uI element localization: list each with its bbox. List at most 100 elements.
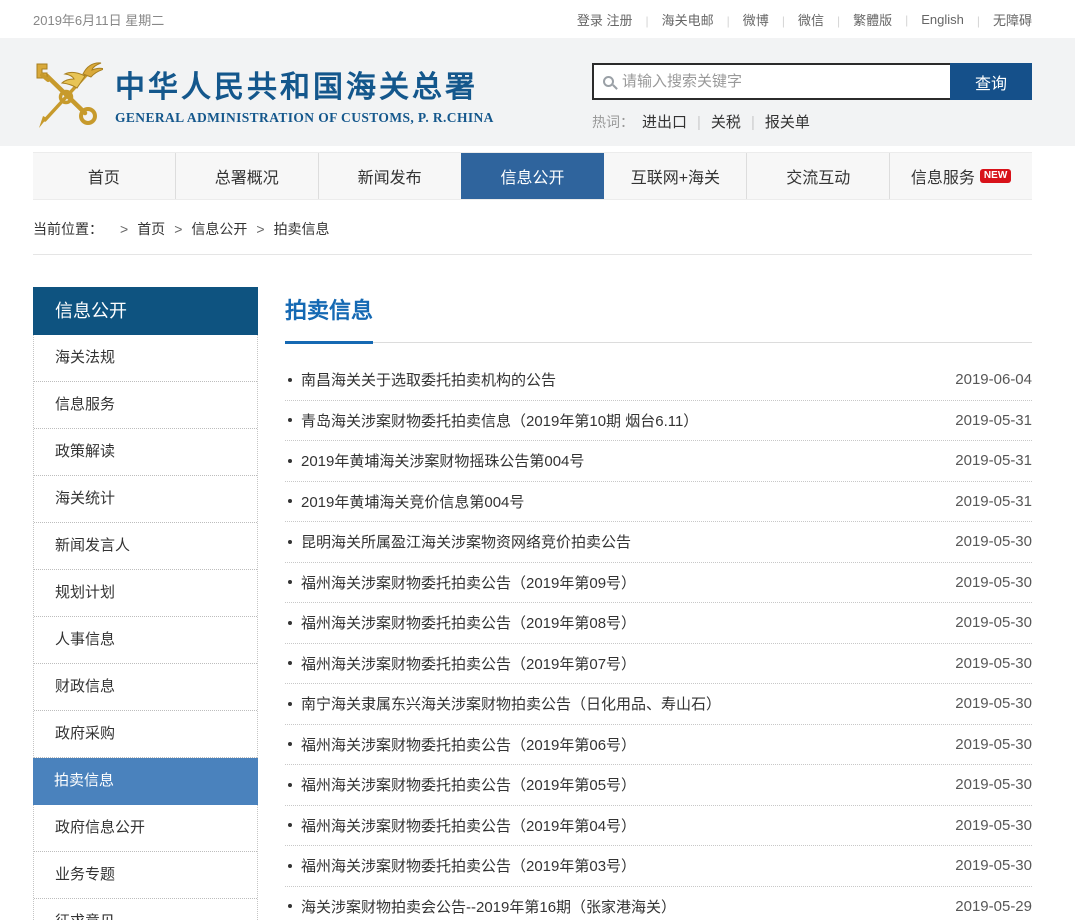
hot-word-link[interactable]: 报关单 [741,111,810,132]
nav-item[interactable]: 信息服务 NEW [889,153,1032,199]
topbar-link[interactable]: 海关电邮 [633,10,714,29]
article-date: 2019-05-30 [955,736,1032,753]
article-link[interactable]: 2019年黄埔海关竞价信息第004号 [301,491,941,512]
article-date: 2019-05-30 [955,817,1032,834]
list-item: 南宁海关隶属东兴海关涉案财物拍卖公告（日化用品、寿山石） 2019-05-30 [285,684,1032,725]
topbar-link[interactable]: 繁體版 [824,10,892,29]
breadcrumb-link[interactable]: 信息公开 [165,219,247,239]
topbar-link[interactable]: 登录 注册 [577,10,633,29]
sidebar-item[interactable]: 信息服务 [34,382,257,429]
list-item: 福州海关涉案财物委托拍卖公告（2019年第03号） 2019-05-30 [285,846,1032,887]
logo-text: 中华人民共和国海关总署 GENERAL ADMINISTRATION OF CU… [115,62,494,126]
breadcrumb-label: 当前位置： [33,219,103,239]
article-date: 2019-05-31 [955,493,1032,510]
sidebar-item[interactable]: 新闻发言人 [34,523,257,570]
page-title: 拍卖信息 [285,293,1032,325]
article-link[interactable]: 昆明海关所属盈江海关涉案物资网络竞价拍卖公告 [301,531,941,552]
main-nav: 首页 总署概况 新闻发布 信息公开 互联网+海关 交流互动 信息服务 NEW [33,152,1032,200]
article-date: 2019-06-04 [955,371,1032,388]
sidebar-item-label: 新闻发言人 [55,537,130,554]
article-date: 2019-05-30 [955,695,1032,712]
title-underline [285,340,1032,343]
nav-item[interactable]: 总署概况 [175,153,318,199]
article-date: 2019-05-30 [955,614,1032,631]
sidebar-item[interactable]: 征求意见 [34,899,257,920]
sidebar-item[interactable]: 人事信息 [34,617,257,664]
hot-word-link[interactable]: 进出口 [642,111,687,132]
list-item: 2019年黄埔海关涉案财物摇珠公告第004号 2019-05-31 [285,441,1032,482]
search-box [592,63,950,100]
sidebar-item-label: 海关统计 [55,490,115,507]
topbar-links: 登录 注册 海关电邮 微博 微信 繁體版 English 无障碍 [577,10,1032,29]
bullet-icon [288,418,292,422]
list-item: 福州海关涉案财物委托拍卖公告（2019年第05号） 2019-05-30 [285,765,1032,806]
sidebar-item[interactable]: 业务专题 [34,852,257,899]
sidebar-item[interactable]: 政策解读 [34,429,257,476]
sidebar-item[interactable]: 政府信息公开 [34,805,257,852]
new-badge: NEW [980,169,1011,183]
nav-item[interactable]: 互联网+海关 [603,153,746,199]
sidebar-item[interactable]: 海关统计 [34,476,257,523]
search-input[interactable] [622,73,941,90]
article-list: 南昌海关关于选取委托拍卖机构的公告 2019-06-04 青岛海关涉案财物委托拍… [285,360,1032,920]
topbar: 2019年6月11日 星期二 登录 注册 海关电邮 微博 微信 繁體版 Engl… [0,0,1075,38]
article-date: 2019-05-31 [955,412,1032,429]
article-date: 2019-05-31 [955,452,1032,469]
article-link[interactable]: 福州海关涉案财物委托拍卖公告（2019年第03号） [301,855,941,876]
sidebar-item-label: 人事信息 [55,631,115,648]
main-content: 拍卖信息 南昌海关关于选取委托拍卖机构的公告 2019-06-04 青岛海关涉案… [285,287,1032,920]
site-subtitle: GENERAL ADMINISTRATION OF CUSTOMS, P. R.… [115,110,494,126]
hot-word-link[interactable]: 关税 [687,111,741,132]
bullet-icon [288,904,292,908]
nav-item[interactable]: 信息公开 [461,153,604,199]
bullet-icon [288,621,292,625]
bullet-icon [288,864,292,868]
article-link[interactable]: 南昌海关关于选取委托拍卖机构的公告 [301,369,941,390]
list-item: 南昌海关关于选取委托拍卖机构的公告 2019-06-04 [285,360,1032,401]
article-link[interactable]: 海关涉案财物拍卖会公告--2019年第16期（张家港海关） [301,896,941,917]
sidebar-item-label: 规划计划 [55,584,115,601]
sidebar-item[interactable]: 海关法规 [34,335,257,382]
nav-item[interactable]: 首页 [33,153,175,199]
sidebar-item-label: 政府采购 [55,725,115,742]
list-item: 福州海关涉案财物委托拍卖公告（2019年第07号） 2019-05-30 [285,644,1032,685]
topbar-link[interactable]: 微信 [769,10,824,29]
nav-item-label: 信息公开 [501,164,565,188]
article-link[interactable]: 2019年黄埔海关涉案财物摇珠公告第004号 [301,450,941,471]
article-link[interactable]: 福州海关涉案财物委托拍卖公告（2019年第04号） [301,815,941,836]
bullet-icon [288,459,292,463]
nav-item-label: 首页 [88,164,120,188]
sidebar-item-label: 财政信息 [55,678,115,695]
bullet-icon [288,661,292,665]
sidebar-item[interactable]: 规划计划 [34,570,257,617]
list-item: 福州海关涉案财物委托拍卖公告（2019年第06号） 2019-05-30 [285,725,1032,766]
breadcrumb-link[interactable]: 首页 [111,219,165,239]
list-item: 福州海关涉案财物委托拍卖公告（2019年第08号） 2019-05-30 [285,603,1032,644]
sidebar-item[interactable]: 财政信息 [34,664,257,711]
bullet-icon [288,702,292,706]
article-link[interactable]: 福州海关涉案财物委托拍卖公告（2019年第05号） [301,774,941,795]
list-item: 青岛海关涉案财物委托拍卖信息（2019年第10期 烟台6.11） 2019-05… [285,401,1032,442]
customs-emblem-icon [33,58,103,130]
article-link[interactable]: 福州海关涉案财物委托拍卖公告（2019年第07号） [301,653,941,674]
topbar-link[interactable]: 无障碍 [964,10,1032,29]
search-button[interactable]: 查询 [950,63,1032,100]
breadcrumb-link[interactable]: 拍卖信息 [247,219,329,239]
article-link[interactable]: 青岛海关涉案财物委托拍卖信息（2019年第10期 烟台6.11） [301,410,941,431]
nav-item-label: 信息服务 [911,164,975,188]
topbar-link[interactable]: 微博 [714,10,769,29]
article-link[interactable]: 福州海关涉案财物委托拍卖公告（2019年第08号） [301,612,941,633]
nav-item[interactable]: 交流互动 [746,153,889,199]
sidebar-item[interactable]: 拍卖信息 [33,758,258,805]
article-link[interactable]: 南宁海关隶属东兴海关涉案财物拍卖公告（日化用品、寿山石） [301,693,941,714]
article-date: 2019-05-30 [955,776,1032,793]
article-link[interactable]: 福州海关涉案财物委托拍卖公告（2019年第06号） [301,734,941,755]
nav-item-label: 交流互动 [786,164,850,188]
nav-item-label: 总署概况 [215,164,279,188]
nav-item[interactable]: 新闻发布 [318,153,461,199]
sidebar-item[interactable]: 政府采购 [34,711,257,758]
article-link[interactable]: 福州海关涉案财物委托拍卖公告（2019年第09号） [301,572,941,593]
list-item: 海关涉案财物拍卖会公告--2019年第16期（张家港海关） 2019-05-29 [285,887,1032,920]
topbar-link[interactable]: English [892,12,964,27]
site-logo[interactable]: 中华人民共和国海关总署 GENERAL ADMINISTRATION OF CU… [33,38,494,146]
